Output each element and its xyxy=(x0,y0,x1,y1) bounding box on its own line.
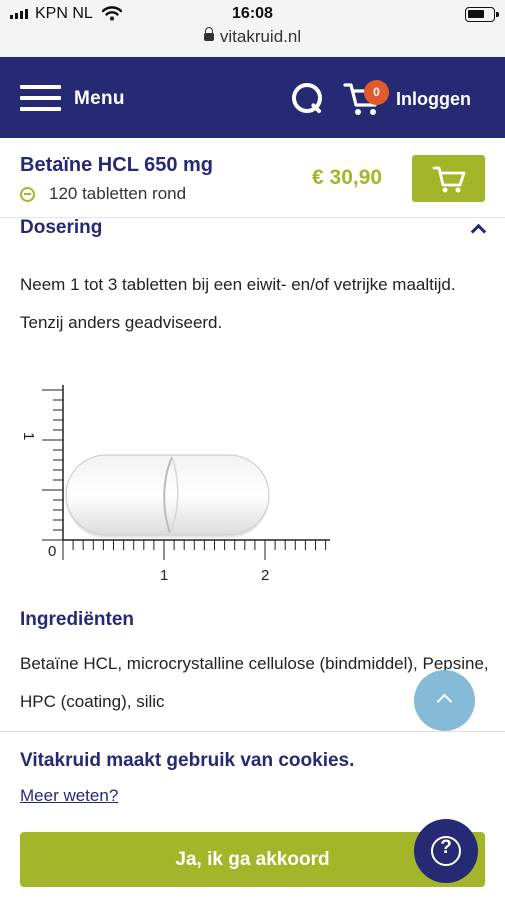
product-variant: 120 tabletten rond xyxy=(20,184,186,204)
ingredients-heading: Ingrediënten xyxy=(20,609,135,630)
login-button[interactable]: Inloggen xyxy=(396,89,471,110)
dosage-heading[interactable]: Dosering xyxy=(20,217,102,239)
tablet-scale-svg: 1 0 1 2 xyxy=(20,385,330,584)
search-icon[interactable] xyxy=(291,82,325,116)
stock-status-icon xyxy=(20,186,35,202)
site-header: Menu Inloggen xyxy=(0,57,505,138)
chevron-up-icon[interactable] xyxy=(471,223,483,235)
battery-icon xyxy=(465,7,499,22)
add-to-cart-button[interactable] xyxy=(412,155,485,202)
menu-button[interactable]: Menu xyxy=(74,88,125,110)
scroll-to-top-button[interactable] xyxy=(414,670,475,731)
product-price: € 30,90 xyxy=(312,166,383,189)
product-variant-label: 120 tabletten rond xyxy=(49,184,187,203)
cookie-title: Vitakruid maakt gebruik van cookies. xyxy=(20,750,355,771)
product-bar: Betaïne HCL 650 mg 120 tabletten rond € … xyxy=(0,138,505,218)
clock: 16:08 xyxy=(232,5,273,22)
tablet-size-illustration: 1 0 1 2 xyxy=(0,370,360,595)
dosage-text: Neem 1 tot 3 tabletten bij een eiwit- en… xyxy=(20,275,456,332)
x-tick-label: 1 xyxy=(160,567,168,584)
status-bar: KPN NL 16:08 vitakruid.nl xyxy=(0,0,505,57)
cart-icon xyxy=(432,166,466,193)
url-text: vitakruid.nl xyxy=(219,27,302,46)
hamburger-icon[interactable] xyxy=(20,85,61,111)
help-button[interactable]: ? xyxy=(414,819,478,883)
x-tick-label: 2 xyxy=(261,567,269,584)
cart-count-badge: 0 xyxy=(364,80,389,105)
x-tick-label: 0 xyxy=(48,543,56,560)
help-icon: ? xyxy=(440,837,452,858)
y-axis-label: 1 xyxy=(20,432,37,440)
lock-icon xyxy=(203,27,214,41)
url-bar[interactable]: vitakruid.nl xyxy=(0,27,505,47)
cookie-more-info-link[interactable]: Meer weten? xyxy=(20,786,118,806)
product-title: Betaïne HCL 650 mg xyxy=(20,154,214,176)
